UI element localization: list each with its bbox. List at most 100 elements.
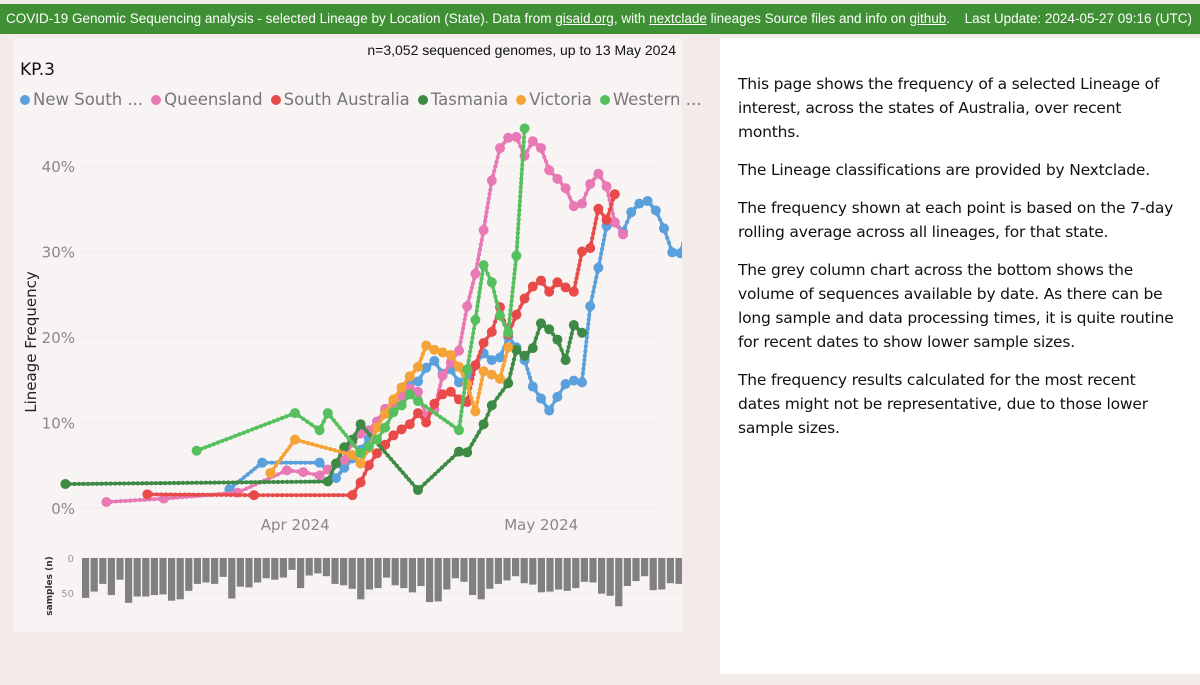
data-point[interactable]	[298, 467, 309, 478]
data-point[interactable]	[560, 183, 571, 194]
gisaid-link[interactable]: gisaid.org	[555, 11, 614, 26]
data-point[interactable]	[478, 260, 489, 271]
data-point[interactable]	[101, 497, 112, 508]
data-point[interactable]	[322, 408, 333, 419]
data-point[interactable]	[486, 277, 497, 288]
data-point[interactable]	[249, 490, 259, 501]
data-point[interactable]	[527, 281, 538, 292]
data-point[interactable]	[585, 301, 596, 312]
data-point[interactable]	[511, 131, 522, 142]
data-point[interactable]	[568, 320, 579, 331]
data-point[interactable]	[536, 318, 546, 329]
data-point[interactable]	[577, 327, 587, 338]
data-point[interactable]	[536, 393, 546, 404]
data-point[interactable]	[314, 470, 325, 481]
data-point[interactable]	[404, 389, 415, 400]
data-point[interactable]	[486, 326, 497, 337]
data-point[interactable]	[396, 382, 407, 393]
data-point[interactable]	[396, 400, 407, 411]
data-point[interactable]	[413, 408, 423, 419]
data-point[interactable]	[445, 349, 456, 360]
data-point[interactable]	[331, 458, 341, 469]
data-point[interactable]	[388, 430, 399, 441]
data-point[interactable]	[454, 425, 464, 436]
data-point[interactable]	[462, 301, 473, 312]
data-point[interactable]	[552, 173, 563, 184]
data-point[interactable]	[322, 476, 333, 487]
data-point[interactable]	[495, 143, 505, 154]
data-point[interactable]	[413, 361, 423, 372]
data-point[interactable]	[544, 165, 555, 176]
data-point[interactable]	[429, 355, 440, 366]
data-point[interactable]	[519, 350, 530, 361]
data-point[interactable]	[486, 175, 497, 186]
data-point[interactable]	[601, 181, 612, 192]
data-point[interactable]	[519, 123, 530, 134]
data-point[interactable]	[281, 465, 292, 476]
data-point[interactable]	[650, 205, 661, 216]
data-point[interactable]	[486, 400, 497, 411]
data-point[interactable]	[495, 310, 505, 321]
data-point[interactable]	[544, 286, 555, 297]
data-point[interactable]	[593, 168, 604, 179]
data-point[interactable]	[265, 467, 276, 478]
data-point[interactable]	[437, 370, 448, 381]
data-point[interactable]	[347, 449, 358, 460]
data-point[interactable]	[577, 377, 587, 388]
data-point[interactable]	[404, 371, 415, 382]
nextclade-link[interactable]: nextclade	[649, 11, 707, 26]
data-point[interactable]	[257, 457, 268, 468]
data-point[interactable]	[642, 196, 653, 207]
data-point[interactable]	[519, 293, 530, 304]
data-point[interactable]	[527, 381, 538, 392]
data-point[interactable]	[511, 250, 522, 261]
data-point[interactable]	[191, 445, 202, 456]
data-point[interactable]	[577, 198, 587, 209]
data-point[interactable]	[601, 214, 612, 225]
data-point[interactable]	[609, 189, 620, 200]
data-point[interactable]	[568, 286, 579, 297]
github-link[interactable]: github	[910, 11, 947, 26]
data-point[interactable]	[462, 364, 473, 375]
data-point[interactable]	[568, 375, 579, 386]
data-point[interactable]	[470, 406, 481, 417]
data-point[interactable]	[478, 419, 489, 430]
data-point[interactable]	[536, 275, 546, 286]
data-point[interactable]	[290, 434, 300, 445]
data-point[interactable]	[404, 419, 415, 430]
data-point[interactable]	[593, 262, 604, 273]
data-point[interactable]	[503, 327, 514, 338]
data-point[interactable]	[659, 223, 669, 234]
data-point[interactable]	[355, 448, 366, 459]
data-point[interactable]	[560, 355, 571, 366]
data-point[interactable]	[314, 457, 325, 468]
data-point[interactable]	[527, 136, 538, 147]
data-point[interactable]	[363, 460, 374, 471]
data-point[interactable]	[536, 143, 546, 154]
data-point[interactable]	[470, 314, 481, 325]
data-point[interactable]	[618, 229, 628, 240]
data-point[interactable]	[413, 485, 423, 496]
data-point[interactable]	[478, 337, 489, 348]
data-point[interactable]	[626, 207, 637, 218]
data-point[interactable]	[593, 203, 604, 214]
data-point[interactable]	[552, 391, 563, 402]
data-point[interactable]	[413, 396, 423, 407]
data-point[interactable]	[478, 225, 489, 236]
data-point[interactable]	[380, 422, 391, 433]
data-point[interactable]	[552, 334, 563, 345]
data-point[interactable]	[355, 477, 366, 488]
data-point[interactable]	[544, 405, 555, 416]
data-point[interactable]	[585, 178, 596, 189]
data-point[interactable]	[314, 425, 325, 436]
data-point[interactable]	[421, 417, 432, 428]
data-point[interactable]	[462, 447, 473, 458]
data-point[interactable]	[511, 309, 522, 320]
data-point[interactable]	[585, 243, 596, 254]
data-point[interactable]	[347, 490, 358, 501]
data-point[interactable]	[495, 373, 505, 384]
data-point[interactable]	[470, 268, 481, 279]
data-point[interactable]	[527, 343, 538, 354]
data-point[interactable]	[363, 441, 374, 452]
data-point[interactable]	[503, 342, 514, 353]
